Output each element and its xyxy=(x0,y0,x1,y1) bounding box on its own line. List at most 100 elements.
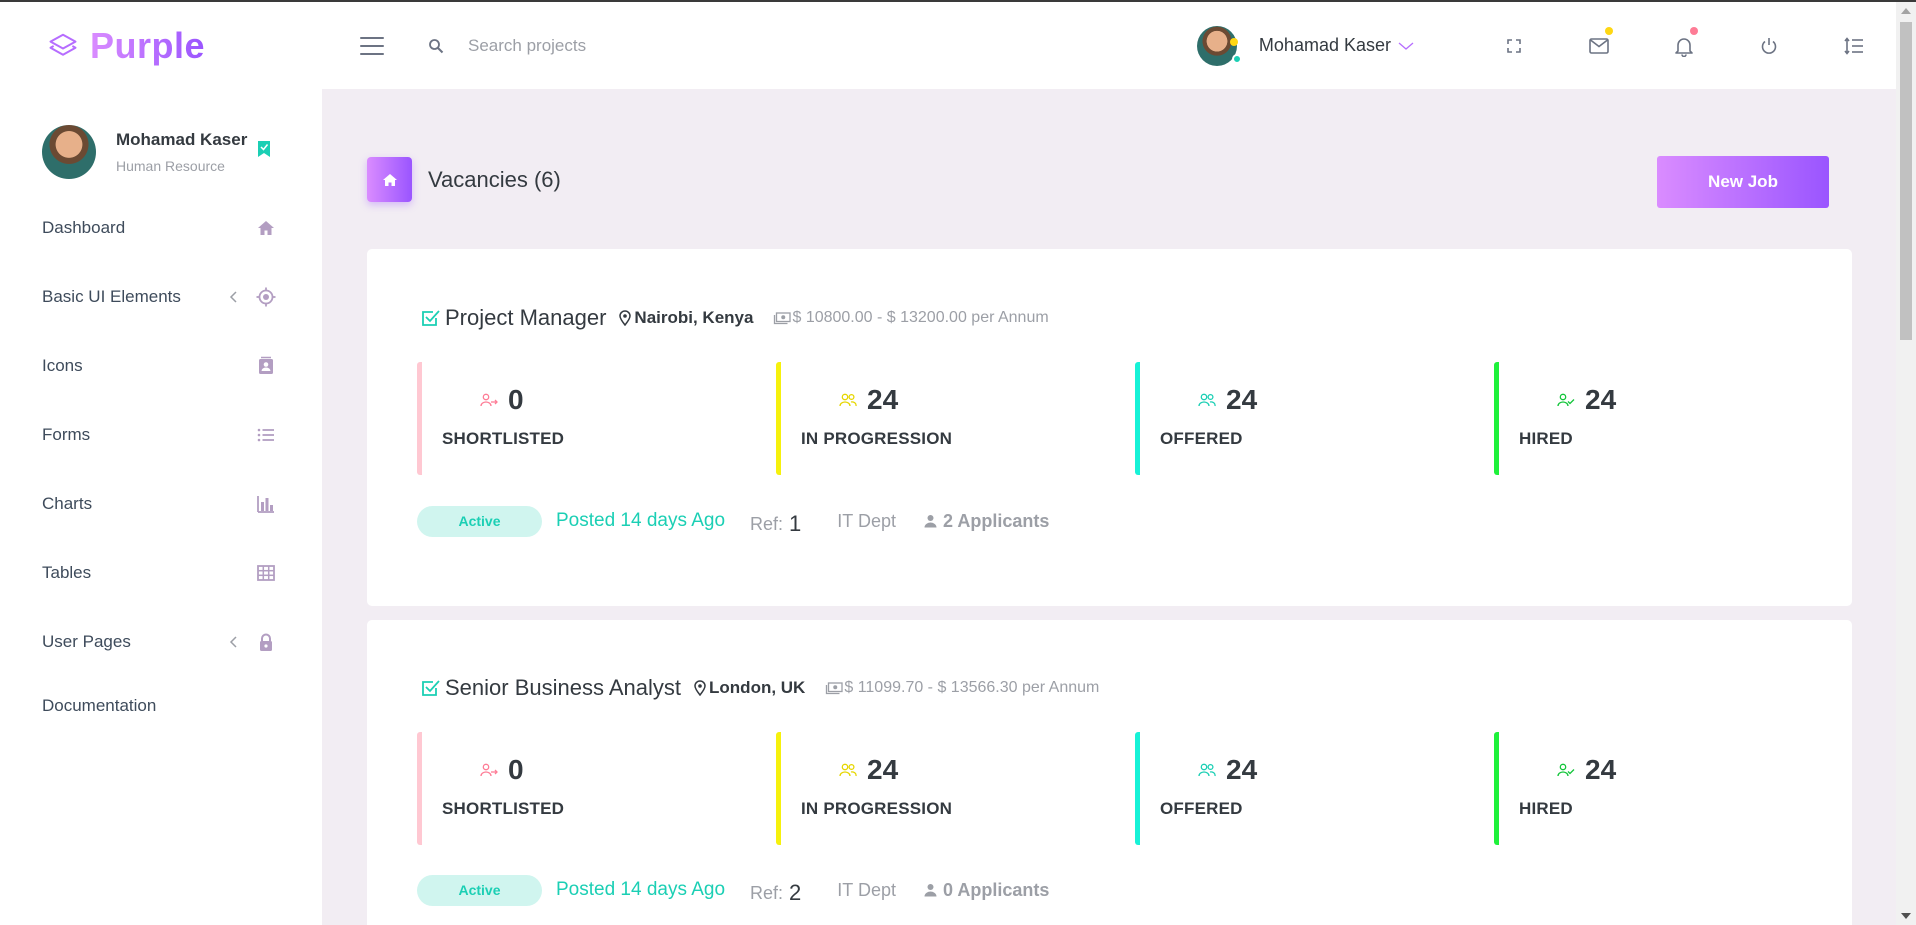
online-status-dot xyxy=(1231,53,1242,64)
settings-panel-button[interactable] xyxy=(1811,35,1896,57)
sidebar-item-label: Forms xyxy=(42,424,91,444)
brand[interactable]: Purple xyxy=(0,2,322,89)
bookmark-check-icon xyxy=(258,141,271,157)
profile-dropdown[interactable]: Mohamad Kaser xyxy=(1196,25,1415,66)
ref-label: Ref: xyxy=(750,882,784,903)
power-icon xyxy=(1761,37,1776,54)
account-group-icon xyxy=(839,763,857,777)
mail-icon xyxy=(1588,37,1609,54)
account-icon xyxy=(924,515,937,528)
new-job-button[interactable]: New Job xyxy=(1657,156,1829,208)
stat-label: HIRED xyxy=(1519,429,1573,448)
notification-indicator-dot xyxy=(1690,26,1698,35)
bell-icon xyxy=(1674,37,1693,57)
stat-value: 24 xyxy=(867,754,899,785)
search-bar xyxy=(428,35,768,56)
notifications-button[interactable] xyxy=(1641,26,1726,57)
job-title[interactable]: Project Manager xyxy=(445,305,606,331)
ref-label: Ref: xyxy=(750,513,784,534)
chevron-left-icon xyxy=(229,290,237,303)
scroll-up-arrow-icon[interactable] xyxy=(1901,8,1911,14)
job-title[interactable]: Senior Business Analyst xyxy=(445,675,681,701)
page-header: Vacancies (6) xyxy=(367,157,561,202)
account-arrow-icon xyxy=(480,763,498,777)
home-icon xyxy=(258,220,274,235)
stat-value-row: 24 xyxy=(1198,754,1257,786)
stat-in-progression[interactable]: 24 IN PROGRESSION xyxy=(776,732,1135,845)
sidebar-item-charts[interactable]: Charts xyxy=(0,469,322,538)
stat-value-row: 24 xyxy=(1198,384,1257,416)
stat-in-progression[interactable]: 24 IN PROGRESSION xyxy=(776,362,1135,475)
sidebar: Mohamad Kaser Human Resource Dashboard B… xyxy=(0,89,322,925)
department: IT Dept xyxy=(837,879,896,900)
sidebar-item-user-pages[interactable]: User Pages xyxy=(0,607,322,676)
job-location: Nairobi, Kenya xyxy=(634,308,754,327)
job-location: London, UK xyxy=(709,678,806,697)
sidebar-profile[interactable]: Mohamad Kaser Human Resource xyxy=(0,89,322,189)
account-group-icon xyxy=(1198,763,1216,777)
stat-offered[interactable]: 24 OFFERED xyxy=(1135,362,1494,475)
stat-value: 24 xyxy=(1585,384,1617,415)
status-dot xyxy=(1229,37,1238,46)
main-content: Vacancies (6) New Job Project Manager Na… xyxy=(322,89,1896,925)
search-icon xyxy=(429,38,444,53)
stat-hired[interactable]: 24 HIRED xyxy=(1494,362,1853,475)
scroll-down-arrow-icon[interactable] xyxy=(1901,913,1911,919)
status-badge: Active xyxy=(417,505,542,537)
job-card: Project Manager Nairobi, Kenya $ 10800.0… xyxy=(367,249,1852,606)
stat-value: 0 xyxy=(508,754,524,785)
hamburger-line xyxy=(360,52,384,55)
profile-role: Human Resource xyxy=(116,158,225,174)
stat-shortlisted[interactable]: 0 SHORTLISTED xyxy=(417,732,776,845)
profile-text: Mohamad Kaser Human Resource xyxy=(116,130,247,174)
applicants-count[interactable]: 2 Applicants xyxy=(943,511,1049,532)
sidebar-item-documentation[interactable]: Documentation xyxy=(0,676,322,736)
logout-button[interactable] xyxy=(1726,35,1811,57)
list-icon xyxy=(257,428,274,441)
account-group-icon xyxy=(839,393,857,407)
sidebar-item-label: Charts xyxy=(42,493,93,513)
avatar xyxy=(42,125,96,179)
stat-shortlisted[interactable]: 0 SHORTLISTED xyxy=(417,362,776,475)
posted-date: Posted 14 days Ago xyxy=(556,879,726,900)
messages-button[interactable] xyxy=(1556,26,1641,57)
sidebar-item-basic-ui-elements[interactable]: Basic UI Elements xyxy=(0,262,322,331)
account-arrow-icon xyxy=(480,393,498,407)
fullscreen-button[interactable] xyxy=(1471,35,1556,57)
stat-value-row: 24 xyxy=(839,754,898,786)
checkbox-marked-icon xyxy=(422,310,440,326)
page-scrollbar[interactable] xyxy=(1896,2,1916,925)
applicants-count[interactable]: 0 Applicants xyxy=(943,880,1049,901)
stat-offered[interactable]: 24 OFFERED xyxy=(1135,732,1494,845)
stat-value-row: 24 xyxy=(839,384,898,416)
chevron-left-icon xyxy=(229,635,237,648)
brand-name: Purple xyxy=(90,24,206,66)
job-header: Senior Business Analyst London, UK $ 110… xyxy=(419,675,1099,701)
sidebar-item-forms[interactable]: Forms xyxy=(0,400,322,469)
sidebar-item-label: Documentation xyxy=(42,696,157,715)
map-marker-icon xyxy=(694,680,706,696)
account-check-icon xyxy=(1557,393,1575,407)
home-button[interactable] xyxy=(367,157,412,202)
profile-name: Mohamad Kaser xyxy=(1258,35,1391,55)
stat-value: 0 xyxy=(508,384,524,415)
navbar-right: Mohamad Kaser xyxy=(1196,2,1896,89)
sidebar-item-tables[interactable]: Tables xyxy=(0,538,322,607)
sidebar-item-icons[interactable]: Icons xyxy=(0,331,322,400)
scrollbar-thumb[interactable] xyxy=(1900,22,1912,340)
stat-value-row: 24 xyxy=(1557,384,1616,416)
stat-hired[interactable]: 24 HIRED xyxy=(1494,732,1853,845)
checkbox-marked-icon xyxy=(422,680,440,696)
account-check-icon xyxy=(1557,763,1575,777)
layers-icon xyxy=(49,33,77,56)
account-icon xyxy=(924,884,937,897)
stat-value-row: 0 xyxy=(480,384,524,416)
ref-value: 2 xyxy=(789,880,802,905)
search-input[interactable] xyxy=(468,35,768,56)
sidebar-nav: Dashboard Basic UI Elements Icons Forms xyxy=(0,193,322,736)
hamburger-icon xyxy=(360,36,384,39)
menu-toggle-button[interactable] xyxy=(360,36,384,55)
account-group-icon xyxy=(1198,393,1216,407)
chart-bar-icon xyxy=(257,495,274,513)
sidebar-item-dashboard[interactable]: Dashboard xyxy=(0,193,322,262)
